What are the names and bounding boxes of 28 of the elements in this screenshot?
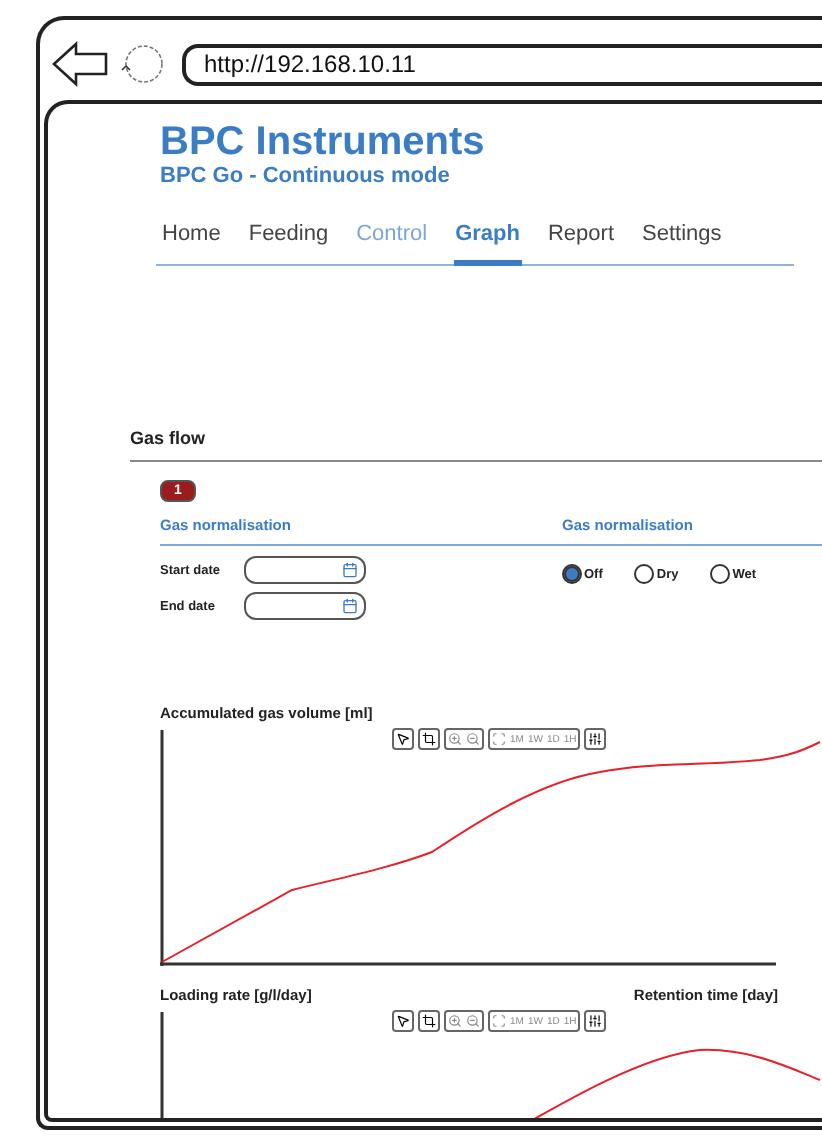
- settings-tool-button[interactable]: [584, 1010, 607, 1032]
- date-field[interactable]: [244, 556, 366, 584]
- crop-tool-button[interactable]: [418, 728, 440, 750]
- zoom-out-icon[interactable]: [466, 732, 480, 746]
- select-tool-button[interactable]: [392, 1010, 414, 1032]
- nav-tab[interactable]: Settings: [640, 222, 724, 266]
- nav-tab[interactable]: Home: [160, 222, 223, 266]
- nav-tab[interactable]: Feeding: [246, 222, 331, 266]
- date-field[interactable]: [244, 592, 366, 620]
- zoom-out-icon[interactable]: [466, 1014, 480, 1028]
- calendar-icon[interactable]: [342, 562, 358, 578]
- settings-tool-button[interactable]: [584, 728, 607, 750]
- radio-button[interactable]: [710, 564, 731, 584]
- crop-tool-button[interactable]: [418, 1010, 440, 1032]
- calendar-icon[interactable]: [342, 598, 358, 614]
- section-title: Gas flow: [130, 428, 822, 462]
- back-arrow-icon[interactable]: [50, 40, 110, 88]
- app-title: BPC Instruments: [160, 120, 487, 164]
- app-subtitle: BPC Go - Continuous mode: [160, 164, 452, 188]
- radio-button[interactable]: [634, 564, 655, 584]
- radio-button[interactable]: [562, 564, 582, 584]
- zoom-in-icon[interactable]: [448, 732, 462, 746]
- nav-tab[interactable]: Graph: [453, 222, 522, 266]
- zoom-in-icon[interactable]: [448, 1014, 462, 1028]
- select-tool-button[interactable]: [392, 728, 414, 750]
- reload-icon[interactable]: [118, 42, 166, 86]
- nav-tab[interactable]: Report: [545, 222, 617, 266]
- address-field[interactable]: http://192.168.10.11: [182, 43, 822, 85]
